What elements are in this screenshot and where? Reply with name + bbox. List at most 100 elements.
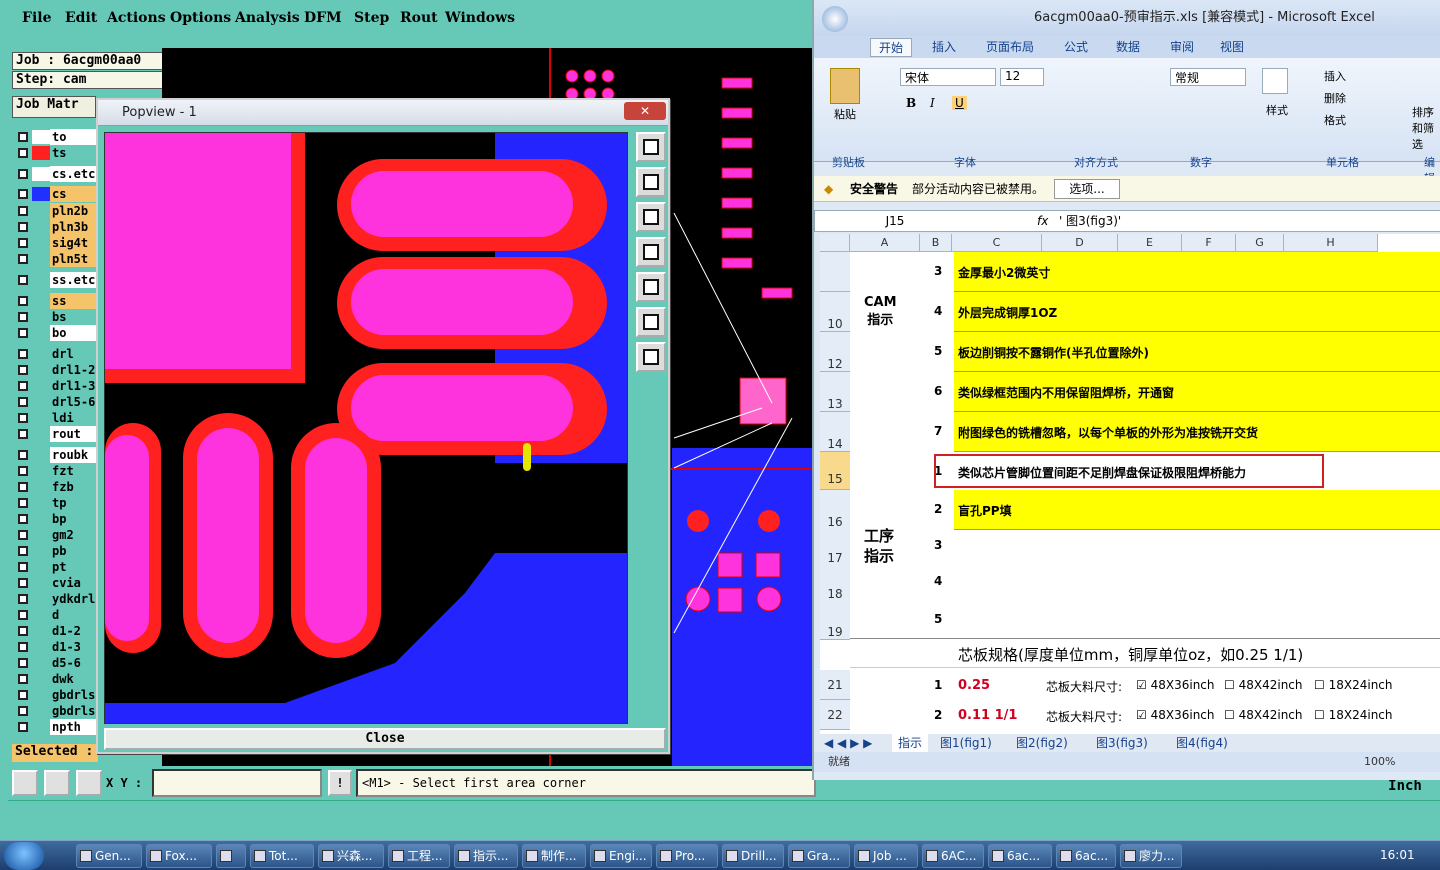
taskbar-button[interactable]: Job ... xyxy=(854,844,918,868)
taskbar-button[interactable]: Gen... xyxy=(76,844,142,868)
taskbar-button[interactable]: Gra... xyxy=(788,844,850,868)
layer-checkbox[interactable] xyxy=(18,706,28,716)
layer-row[interactable]: gbdrls xyxy=(14,703,102,719)
size-option-3[interactable]: ☐ 18X24inch xyxy=(1314,708,1393,722)
angle-icon[interactable] xyxy=(44,770,70,796)
layer-name[interactable]: d1-3 xyxy=(50,639,102,655)
col-header-h[interactable]: H xyxy=(1284,234,1378,252)
col-header-f[interactable]: F xyxy=(1182,234,1236,252)
layer-checkbox[interactable] xyxy=(18,498,28,508)
layer-row[interactable]: bo xyxy=(14,325,102,341)
layer-checkbox[interactable] xyxy=(18,530,28,540)
layer-name[interactable]: bp xyxy=(50,511,102,527)
layer-row[interactable]: pln3b xyxy=(14,219,102,235)
menu-options[interactable]: Options xyxy=(170,10,231,26)
layer-checkbox[interactable] xyxy=(18,397,28,407)
layer-name[interactable]: cs.etc xyxy=(50,166,102,182)
size-option-3[interactable]: ☐ 18X24inch xyxy=(1314,678,1393,692)
tab-formulas[interactable]: 公式 xyxy=(1064,38,1088,55)
sort-filter-button[interactable]: 排序和筛选 xyxy=(1412,104,1440,152)
menu-dfm[interactable]: DFM xyxy=(304,10,342,26)
layer-row[interactable]: cs xyxy=(14,186,102,202)
styles-icon[interactable] xyxy=(1262,68,1288,94)
font-size-select[interactable]: 12 xyxy=(1000,68,1044,86)
layer-row[interactable]: drl5-6 xyxy=(14,394,102,410)
layer-name[interactable]: ydkdrl xyxy=(50,591,102,607)
layer-checkbox[interactable] xyxy=(18,148,28,158)
name-box[interactable]: J15 xyxy=(819,211,971,231)
checkbox-icon[interactable]: ☐ xyxy=(1314,708,1325,722)
row-header[interactable]: 16 xyxy=(820,490,850,530)
format-cells-button[interactable]: 格式 xyxy=(1324,112,1346,128)
layer-row[interactable]: sig4t xyxy=(14,235,102,251)
layer-name[interactable]: drl5-6 xyxy=(50,394,102,410)
pan-down-icon[interactable] xyxy=(636,202,666,232)
layer-row[interactable]: d1-3 xyxy=(14,639,102,655)
layer-name[interactable]: fzb xyxy=(50,479,102,495)
row-header[interactable]: 19 xyxy=(820,600,850,640)
number-format-select[interactable]: 常规 xyxy=(1170,68,1246,86)
pan-right-icon[interactable] xyxy=(636,272,666,302)
layer-name[interactable]: gbdrls xyxy=(50,687,102,703)
layer-checkbox[interactable] xyxy=(18,610,28,620)
start-button[interactable] xyxy=(4,842,44,870)
row-header[interactable]: 10 11 xyxy=(820,292,850,395)
layer-checkbox[interactable] xyxy=(18,222,28,232)
layer-row[interactable]: cs.etc xyxy=(14,166,102,182)
row-header[interactable]: 17 xyxy=(820,526,850,566)
layer-checkbox[interactable] xyxy=(18,626,28,636)
zoom-out-icon[interactable] xyxy=(636,342,666,372)
layer-row[interactable]: drl1-3 xyxy=(14,378,102,394)
layer-row[interactable]: tp xyxy=(14,495,102,511)
popview-close-button[interactable]: Close xyxy=(104,728,666,750)
alert-icon[interactable]: ! xyxy=(328,770,352,796)
layer-name[interactable]: pt xyxy=(50,559,102,575)
underline-button[interactable]: U xyxy=(952,96,967,110)
sheet-tab-fig4[interactable]: 图4(fig4) xyxy=(1176,734,1228,752)
checkbox-icon[interactable]: ☐ xyxy=(1224,708,1235,722)
layer-row[interactable]: ydkdrl xyxy=(14,591,102,607)
layer-checkbox[interactable] xyxy=(18,466,28,476)
taskbar-button[interactable]: Pro... xyxy=(656,844,718,868)
pan-left-icon[interactable] xyxy=(636,237,666,267)
sheet-tab-fig2[interactable]: 图2(fig2) xyxy=(1016,734,1068,752)
popview-close-icon[interactable]: ✕ xyxy=(624,102,666,120)
checkbox-icon[interactable]: ☐ xyxy=(1314,678,1325,692)
xy-input[interactable] xyxy=(152,769,322,797)
layer-checkbox[interactable] xyxy=(18,254,28,264)
layer-name[interactable]: dwk xyxy=(50,671,102,687)
layer-checkbox[interactable] xyxy=(18,169,28,179)
bold-button[interactable]: B xyxy=(906,96,916,110)
row-header[interactable]: 21 xyxy=(820,670,850,700)
layer-row[interactable]: ts xyxy=(14,145,102,161)
menu-edit[interactable]: Edit xyxy=(65,10,97,26)
sheet-tab-fig1[interactable]: 图1(fig1) xyxy=(940,734,992,752)
tab-home[interactable]: 开始 xyxy=(870,38,913,57)
tab-review[interactable]: 审阅 xyxy=(1170,38,1194,55)
layer-name[interactable]: to xyxy=(50,129,102,145)
styles-label[interactable]: 样式 xyxy=(1266,102,1288,118)
col-header-c[interactable]: C xyxy=(952,234,1042,252)
layer-checkbox[interactable] xyxy=(18,275,28,285)
layer-checkbox[interactable] xyxy=(18,429,28,439)
taskbar-button[interactable]: 指示... xyxy=(454,844,518,868)
layer-name[interactable]: pb xyxy=(50,543,102,559)
taskbar-button[interactable]: 6AC... xyxy=(922,844,984,868)
layer-row[interactable]: drl1-2 xyxy=(14,362,102,378)
layer-name[interactable]: d1-2 xyxy=(50,623,102,639)
layer-row[interactable]: pln5t xyxy=(14,251,102,267)
col-header-g[interactable]: G xyxy=(1236,234,1284,252)
menu-file[interactable]: File xyxy=(22,10,51,26)
layer-name[interactable]: pln2b xyxy=(50,203,102,219)
layer-row[interactable]: d xyxy=(14,607,102,623)
layer-name[interactable]: ldi xyxy=(50,410,102,426)
layer-checkbox[interactable] xyxy=(18,132,28,142)
taskbar-button[interactable]: Drill... xyxy=(722,844,784,868)
zoom-in-icon[interactable] xyxy=(636,307,666,337)
fx-icon[interactable]: fx xyxy=(1037,211,1048,231)
menu-windows[interactable]: Windows xyxy=(445,10,515,26)
taskbar-button[interactable]: 制作... xyxy=(522,844,586,868)
taskbar-button[interactable]: 廖力... xyxy=(1120,844,1182,868)
layer-name[interactable]: npth xyxy=(50,719,102,735)
layer-row[interactable]: ss xyxy=(14,293,102,309)
